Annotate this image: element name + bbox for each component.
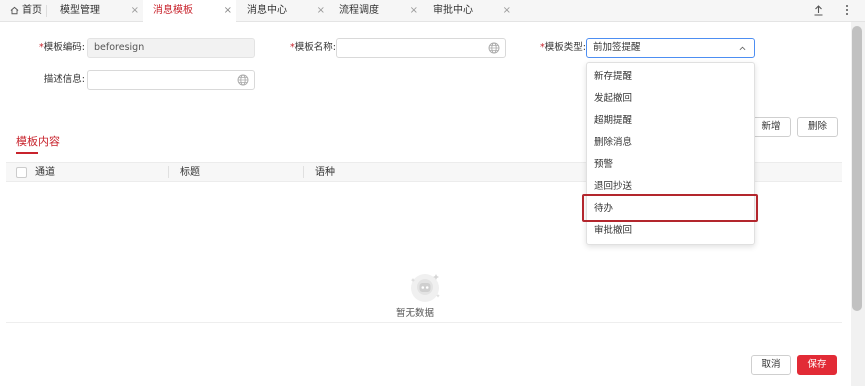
tab-separator <box>46 5 47 17</box>
column-header-channel[interactable]: 通道 <box>35 163 55 182</box>
dropdown-option[interactable]: 审批撤回 <box>587 220 754 242</box>
column-divider <box>168 166 169 178</box>
close-icon[interactable]: × <box>503 0 511 22</box>
tab-label: 审批中心 <box>433 5 473 16</box>
tab-model-management[interactable]: 模型管理 × <box>50 0 143 22</box>
close-icon[interactable]: × <box>224 0 232 22</box>
select-all-checkbox[interactable] <box>16 167 27 178</box>
empty-text: 暂无数据 <box>396 308 435 319</box>
home-icon <box>10 6 19 14</box>
add-button[interactable]: 新增 <box>751 117 791 137</box>
dropdown-option[interactable]: 发起撤回 <box>587 88 754 110</box>
tab-approval-center[interactable]: 审批中心 × <box>423 0 515 22</box>
tab-label: 流程调度 <box>339 5 379 16</box>
section-underline <box>16 152 38 154</box>
tab-process-scheduling[interactable]: 流程调度 × <box>329 0 422 22</box>
tab-label: 首页 <box>22 5 42 16</box>
close-icon[interactable]: × <box>410 0 418 22</box>
code-label: *模板编码: <box>39 42 85 53</box>
dropdown-option[interactable]: 预警 <box>587 154 754 176</box>
type-dropdown: 新存提醒 发起撤回 超期提醒 删除消息 预警 退回抄送 待办 审批撤回 <box>582 62 758 245</box>
tab-label: 消息模板 <box>153 5 193 16</box>
tab-label: 消息中心 <box>247 5 287 16</box>
dropdown-option[interactable]: 超期提醒 <box>587 110 754 132</box>
tab-message-center[interactable]: 消息中心 × <box>237 0 329 22</box>
name-label: *模板名称: <box>290 42 336 53</box>
dropdown-option[interactable]: 新存提醒 <box>587 66 754 88</box>
upload-icon[interactable] <box>813 4 824 20</box>
column-divider <box>303 166 304 178</box>
desc-label: 描述信息: <box>43 74 85 85</box>
column-header-language[interactable]: 语种 <box>315 163 335 182</box>
highlight-box <box>582 194 758 222</box>
desc-field[interactable] <box>87 70 255 90</box>
dropdown-option[interactable]: 删除消息 <box>587 132 754 154</box>
code-field[interactable]: beforesign <box>87 38 255 58</box>
chevron-up-icon <box>739 46 746 51</box>
tab-home[interactable]: 首页 <box>0 0 47 22</box>
save-button[interactable]: 保存 <box>797 355 837 375</box>
close-icon[interactable]: × <box>131 0 139 22</box>
close-icon[interactable]: × <box>317 0 325 22</box>
delete-button[interactable]: 删除 <box>797 117 838 137</box>
empty-data-icon <box>410 274 440 302</box>
more-vertical-icon[interactable] <box>845 4 849 20</box>
cancel-button[interactable]: 取消 <box>751 355 791 375</box>
type-value: 前加签提醒 <box>593 42 641 53</box>
tab-label: 模型管理 <box>60 5 100 16</box>
tab-message-template[interactable]: 消息模板 × <box>143 0 236 22</box>
tab-bar: 首页 模型管理 × 消息模板 × 消息中心 × 流程调度 × 审批中心 × <box>0 0 865 22</box>
globe-icon[interactable] <box>237 74 249 86</box>
column-header-title[interactable]: 标题 <box>180 163 200 182</box>
section-title: 模板内容 <box>16 135 60 148</box>
scrollbar-thumb[interactable] <box>852 26 862 311</box>
code-value: beforesign <box>94 42 145 53</box>
type-label: *模板类型: <box>540 42 586 53</box>
globe-icon[interactable] <box>488 42 500 54</box>
type-select[interactable]: 前加签提醒 <box>586 38 755 58</box>
name-field[interactable] <box>336 38 506 58</box>
divider <box>6 322 842 323</box>
